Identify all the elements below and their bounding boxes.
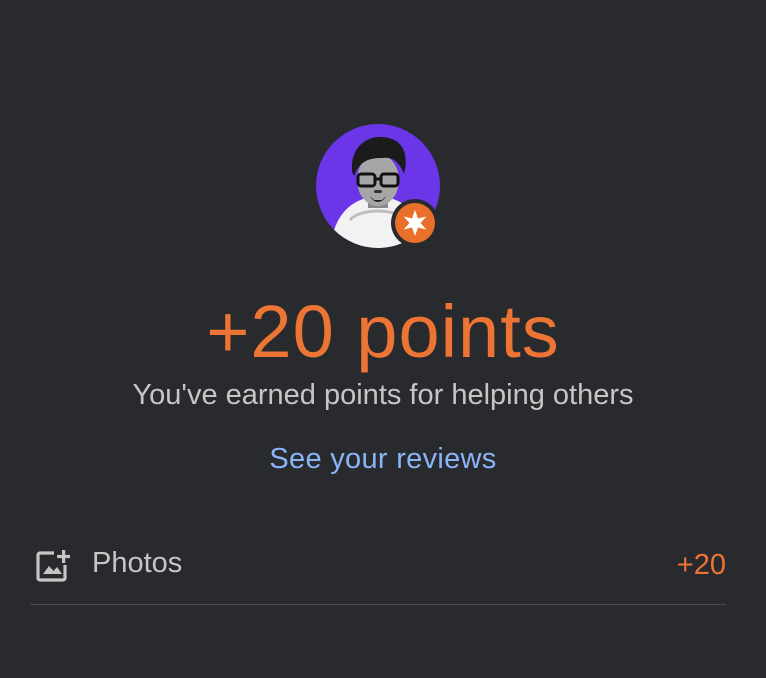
points-earned-description: You've earned points for helping others — [132, 379, 634, 411]
profile-avatar-container — [316, 124, 440, 248]
add-photo-icon — [34, 548, 71, 584]
contributor-badge — [391, 199, 439, 247]
star-icon — [395, 203, 435, 243]
see-your-reviews-link[interactable]: See your reviews — [0, 440, 766, 478]
breakdown-points-value: +20 — [676, 549, 726, 581]
divider — [30, 604, 726, 605]
breakdown-label: Photos — [92, 547, 183, 579]
breakdown-row-photos: Photos +20 — [30, 534, 726, 594]
points-earned-title: +20 points — [206, 290, 560, 373]
